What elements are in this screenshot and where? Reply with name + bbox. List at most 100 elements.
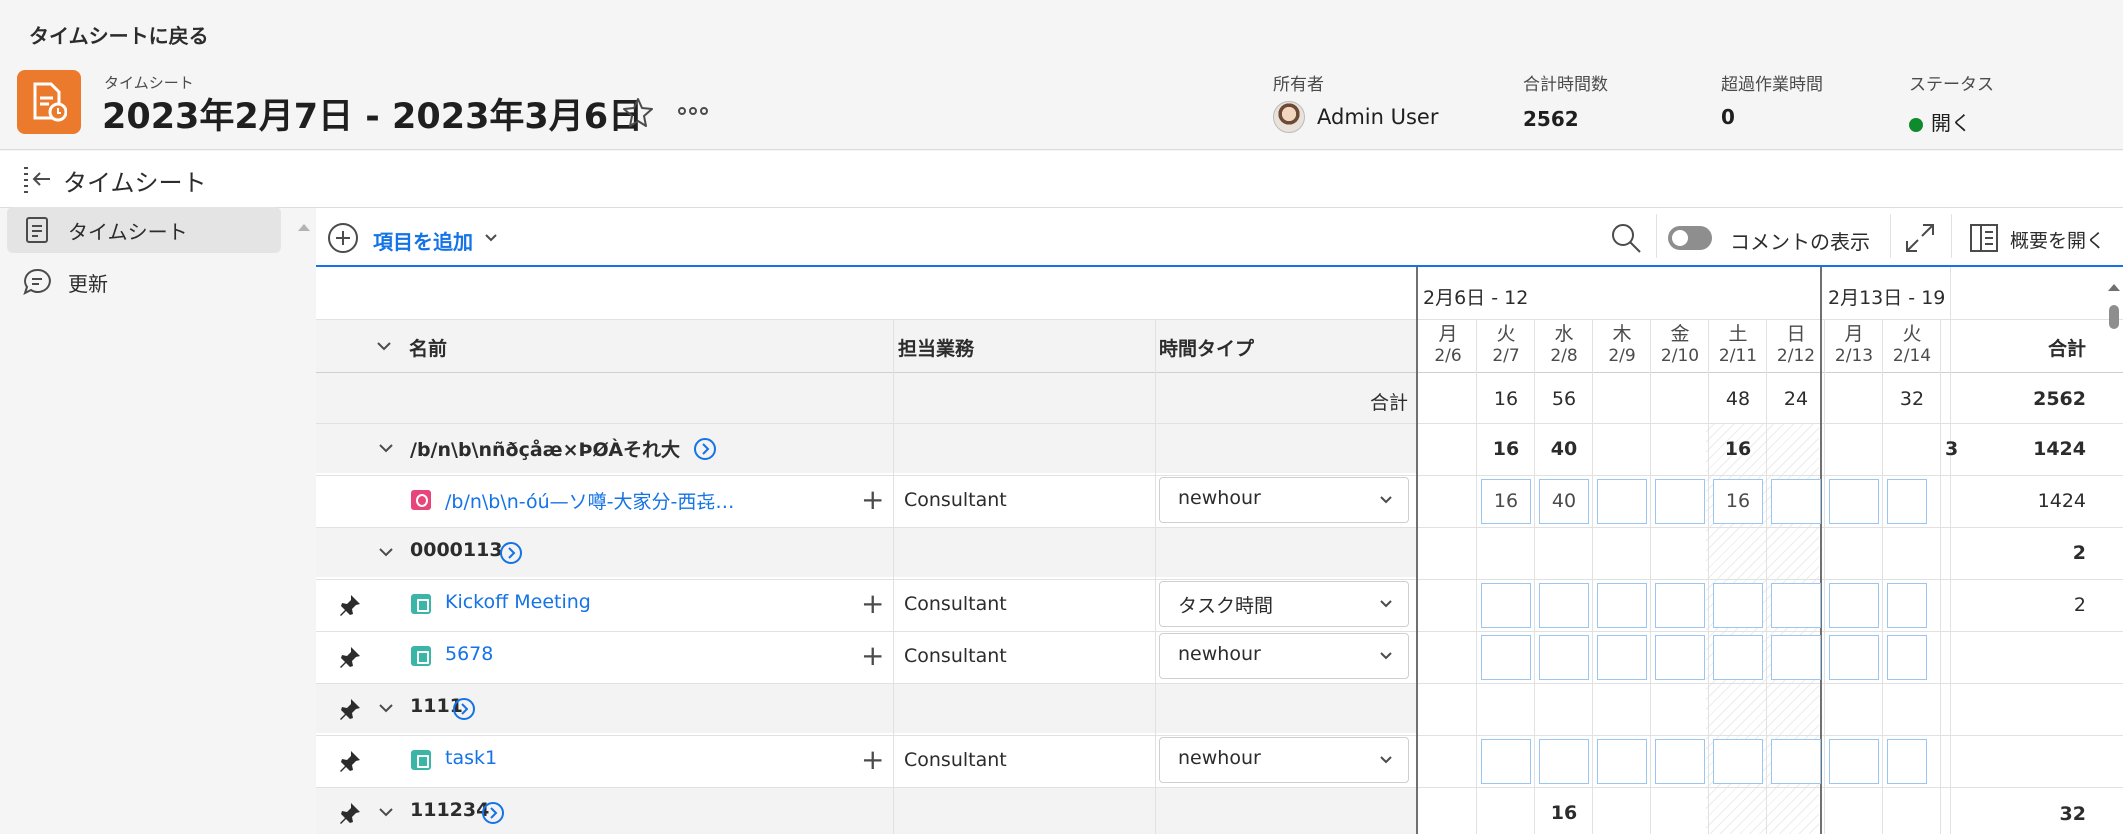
search-icon[interactable]: [1610, 222, 1642, 254]
pin-icon[interactable]: [337, 748, 363, 774]
hours-input[interactable]: [1887, 739, 1927, 784]
add-row-plus-icon[interactable]: +: [861, 642, 884, 670]
collapse-all-chevron-icon[interactable]: [375, 337, 393, 355]
grid-line: [316, 372, 2123, 373]
task-name-link[interactable]: task1: [445, 747, 497, 769]
day-total-value: 40: [1550, 438, 1578, 460]
total-hours-field: 合計時間数 2562: [1523, 70, 1608, 131]
back-to-timesheets-link[interactable]: タイムシートに戻る: [29, 20, 209, 49]
task-name-link[interactable]: 5678: [445, 643, 493, 665]
column-header-name[interactable]: 名前: [409, 334, 447, 361]
day-total-value: 16: [1492, 438, 1520, 460]
hours-input[interactable]: [1655, 583, 1705, 628]
open-project-icon[interactable]: [452, 697, 476, 721]
hours-input[interactable]: [1771, 739, 1821, 784]
grid-line: [1650, 319, 1651, 834]
collapse-chevron-icon[interactable]: [377, 543, 395, 561]
hours-input[interactable]: 40: [1539, 479, 1589, 524]
hours-input[interactable]: [1829, 479, 1879, 524]
row-total-value: 1424: [2037, 490, 2086, 512]
add-row-plus-icon[interactable]: +: [861, 486, 884, 514]
role-value: Consultant: [904, 489, 1007, 511]
hours-input[interactable]: [1655, 739, 1705, 784]
show-comments-toggle[interactable]: [1668, 226, 1712, 250]
timesheet-app-icon: [17, 70, 81, 134]
hours-input[interactable]: [1829, 583, 1879, 628]
hours-input[interactable]: [1713, 635, 1763, 680]
pin-icon[interactable]: [337, 800, 363, 826]
totals-row-bg: [316, 373, 1416, 423]
grid-line: [1950, 267, 1951, 834]
hours-input[interactable]: 16: [1713, 479, 1763, 524]
column-header-role[interactable]: 担当業務: [898, 334, 974, 361]
hours-input[interactable]: [1539, 583, 1589, 628]
chevron-down-icon[interactable]: [483, 230, 499, 246]
hours-input[interactable]: [1887, 479, 1927, 524]
collapse-panel-icon[interactable]: [22, 165, 52, 193]
hours-input[interactable]: [1597, 583, 1647, 628]
more-options-icon[interactable]: [676, 96, 710, 126]
hours-input[interactable]: [1887, 583, 1927, 628]
open-project-icon[interactable]: [481, 801, 505, 825]
hours-input[interactable]: [1597, 635, 1647, 680]
favorite-star-icon[interactable]: [621, 96, 655, 130]
hours-input[interactable]: [1713, 583, 1763, 628]
pin-icon[interactable]: [337, 592, 363, 618]
collapse-chevron-icon[interactable]: [377, 699, 395, 717]
pin-icon[interactable]: [337, 644, 363, 670]
open-project-icon[interactable]: [693, 437, 717, 461]
sidebar-item-timesheet[interactable]: タイムシート: [7, 207, 281, 253]
pin-icon[interactable]: [337, 696, 363, 722]
status-field: ステータス 開く: [1909, 70, 1994, 136]
expand-icon[interactable]: [1904, 222, 1936, 254]
sidebar-item-updates[interactable]: 更新: [7, 259, 281, 305]
open-overview-button[interactable]: 概要を開く: [2010, 226, 2105, 253]
hours-input[interactable]: [1655, 479, 1705, 524]
hour-type-select[interactable]: newhour: [1159, 737, 1409, 783]
hours-input[interactable]: [1481, 739, 1531, 784]
hours-input[interactable]: [1481, 635, 1531, 680]
hour-type-select[interactable]: newhour: [1159, 633, 1409, 679]
sidebar-scroll-up-icon[interactable]: [298, 224, 310, 231]
hours-input[interactable]: [1713, 739, 1763, 784]
scroll-up-icon[interactable]: [2108, 284, 2120, 291]
row-overflow-value: 3: [1945, 438, 1959, 460]
hours-input[interactable]: 16: [1481, 479, 1531, 524]
hours-input[interactable]: [1771, 583, 1821, 628]
column-header-hour-type[interactable]: 時間タイプ: [1159, 334, 1254, 361]
hour-type-select[interactable]: タスク時間: [1159, 581, 1409, 627]
day-total-value: 48: [1725, 388, 1751, 410]
frozen-column-divider: [1416, 267, 1418, 834]
open-project-icon[interactable]: [499, 541, 523, 565]
collapse-chevron-icon[interactable]: [377, 439, 395, 457]
add-item-button[interactable]: 項目を追加: [373, 226, 473, 255]
grid-line: [316, 319, 2123, 320]
owner-value[interactable]: Admin User: [1273, 101, 1438, 133]
task-name-link[interactable]: Kickoff Meeting: [445, 591, 591, 613]
vertical-scrollbar[interactable]: [2109, 305, 2119, 329]
grid-line: [316, 683, 2123, 684]
hours-input[interactable]: [1539, 635, 1589, 680]
collapse-chevron-icon[interactable]: [377, 803, 395, 821]
hours-input[interactable]: [1829, 739, 1879, 784]
hours-input[interactable]: [1481, 583, 1531, 628]
add-row-plus-icon[interactable]: +: [861, 590, 884, 618]
task-name-link[interactable]: /b/n\b\n-óú—ソ噂-大家分-西㐂…: [445, 487, 734, 514]
hours-input[interactable]: [1539, 739, 1589, 784]
role-value: Consultant: [904, 593, 1007, 615]
day-date: 2/8: [1550, 346, 1578, 366]
hour-type-select[interactable]: newhour: [1159, 477, 1409, 523]
status-value[interactable]: 開く: [1909, 107, 1994, 136]
hours-input[interactable]: [1655, 635, 1705, 680]
add-row-plus-icon[interactable]: +: [861, 746, 884, 774]
hours-input[interactable]: [1887, 635, 1927, 680]
side-panel-icon[interactable]: [1969, 222, 1999, 254]
add-item-icon[interactable]: [327, 222, 359, 254]
hours-input[interactable]: [1829, 635, 1879, 680]
hours-input[interactable]: [1771, 479, 1821, 524]
hours-input[interactable]: [1771, 635, 1821, 680]
task-icon: [411, 750, 431, 770]
day-date: 2/13: [1834, 346, 1874, 366]
hours-input[interactable]: [1597, 479, 1647, 524]
hours-input[interactable]: [1597, 739, 1647, 784]
